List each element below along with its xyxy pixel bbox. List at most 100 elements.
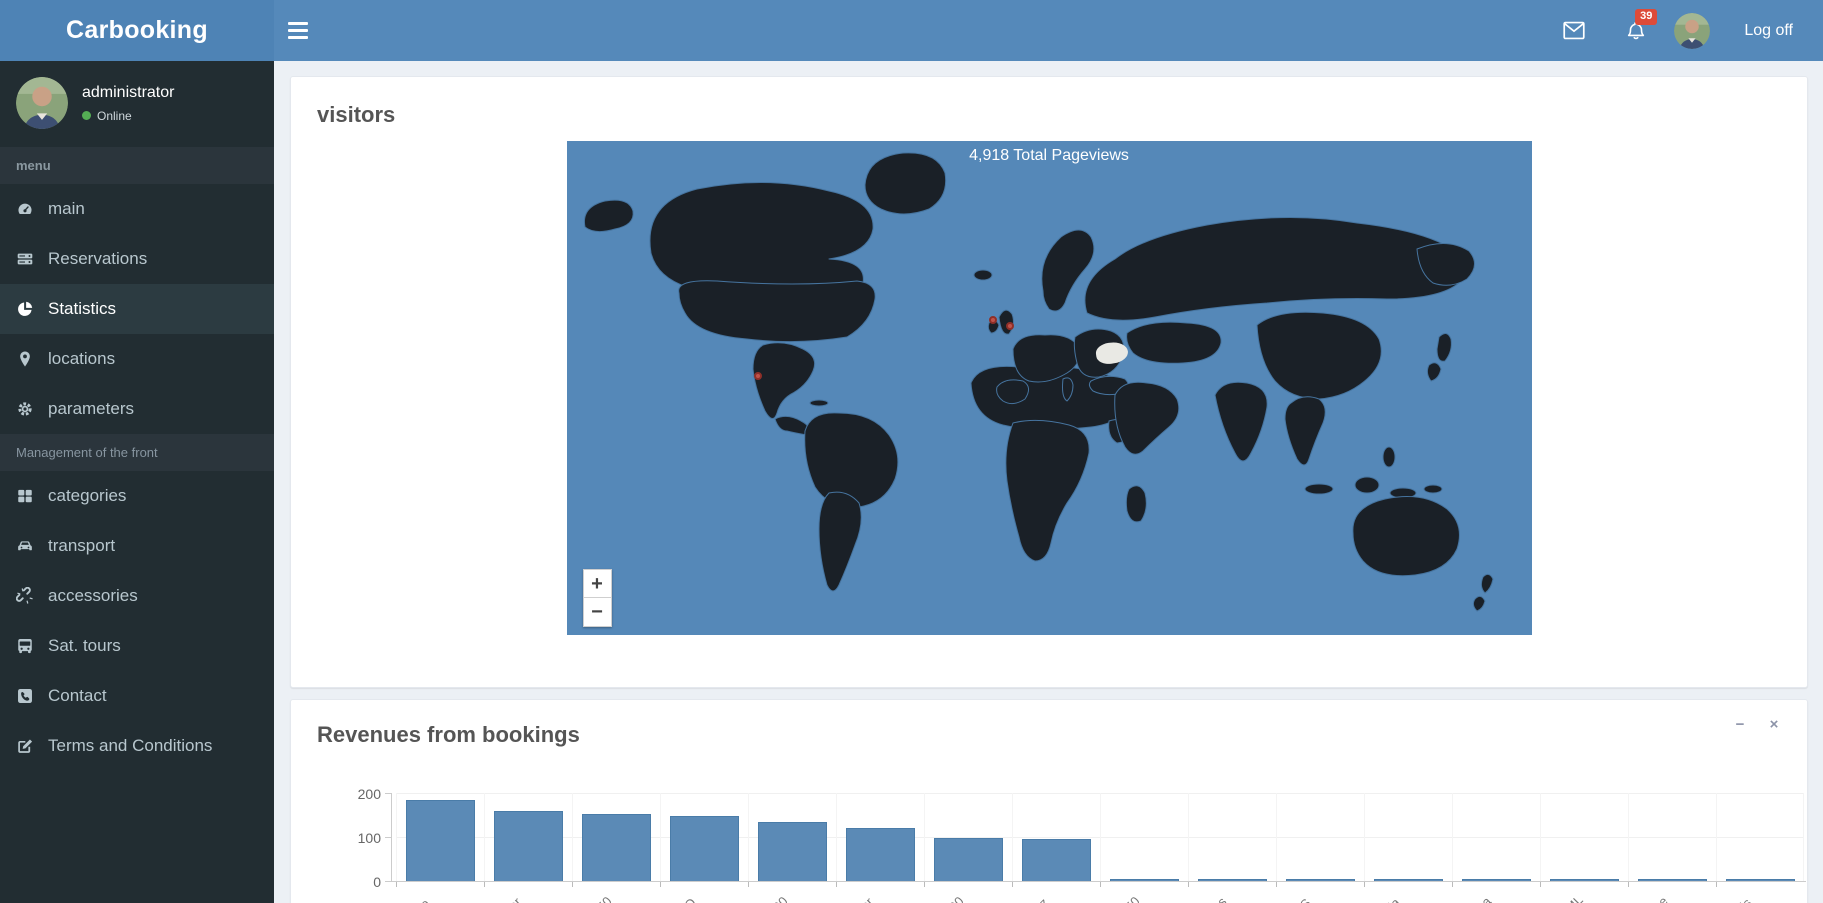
car-icon bbox=[16, 537, 34, 555]
revenue-panel: Revenues from bookings − × 200 100 0 …o…… bbox=[290, 699, 1808, 903]
bar[interactable] bbox=[582, 814, 651, 881]
sidebar-item-categories[interactable]: categories bbox=[0, 471, 274, 521]
grid-icon bbox=[16, 487, 34, 505]
bar[interactable] bbox=[1110, 879, 1179, 881]
sidebar-toggle-button[interactable] bbox=[288, 0, 334, 61]
map-marker-ireland[interactable] bbox=[989, 316, 997, 324]
bar[interactable] bbox=[494, 811, 563, 881]
sidebar-item-statistics[interactable]: Statistics bbox=[0, 284, 274, 334]
user-status[interactable]: Online bbox=[82, 109, 174, 123]
sidebar-item-contact[interactable]: Contact bbox=[0, 671, 274, 721]
bar-cell bbox=[1452, 793, 1540, 881]
bar-cell bbox=[1628, 793, 1716, 881]
x-axis-line bbox=[391, 881, 1806, 882]
world-map[interactable]: 4,918 Total Pageviews bbox=[567, 141, 1532, 635]
x-tick-label: …tz bbox=[1012, 887, 1100, 903]
top-navbar: 39 Log off bbox=[274, 0, 1823, 61]
bar-cell bbox=[1364, 793, 1452, 881]
bar-cell bbox=[484, 793, 572, 881]
map-zoom-out-button[interactable]: − bbox=[583, 598, 612, 627]
x-tick-label: …50 bbox=[572, 887, 660, 903]
bar-cell bbox=[1540, 793, 1628, 881]
content-area: visitors 4,918 Total Pageviews bbox=[274, 61, 1823, 903]
online-status-icon bbox=[82, 111, 91, 120]
bar[interactable] bbox=[670, 816, 739, 881]
bar-cell bbox=[924, 793, 1012, 881]
chain-broken-icon bbox=[16, 587, 34, 605]
visitors-panel: visitors 4,918 Total Pageviews bbox=[290, 76, 1808, 688]
sidebar-item-parameters[interactable]: parameters bbox=[0, 384, 274, 434]
user-avatar bbox=[16, 77, 68, 129]
x-tick-label: …o bbox=[396, 887, 484, 903]
x-tick-label: …00 bbox=[748, 887, 836, 903]
bar[interactable] bbox=[1022, 839, 1091, 881]
map-marker-uk-south[interactable] bbox=[1006, 322, 1014, 330]
map-zoom-controls: + − bbox=[583, 569, 612, 627]
map-total-pageviews: 4,918 Total Pageviews bbox=[567, 147, 1532, 165]
bar-cell bbox=[660, 793, 748, 881]
menu-section-header: Management of the front bbox=[0, 434, 274, 471]
logoff-button[interactable]: Log off bbox=[1724, 22, 1805, 40]
x-tick-label: …O bbox=[660, 887, 748, 903]
sidebar: Carbooking administrator Online menu bbox=[0, 0, 274, 903]
map-marker-icon bbox=[16, 350, 34, 368]
bar-cell bbox=[396, 793, 484, 881]
envelope-icon bbox=[1563, 21, 1585, 40]
sidebar-menu: menu main Reservations Statistics locati… bbox=[0, 147, 274, 771]
bar-cell bbox=[1276, 793, 1364, 881]
chart-x-labels: …o…er…50…O…00…er…00…tz…50…ss…S…ia…ca…ML…… bbox=[396, 887, 1804, 903]
sidebar-item-terms[interactable]: Terms and Conditions bbox=[0, 721, 274, 771]
world-map-svg bbox=[567, 141, 1532, 635]
app-logo[interactable]: Carbooking bbox=[0, 0, 274, 61]
x-tick-label: …er bbox=[836, 887, 924, 903]
map-zoom-in-button[interactable]: + bbox=[583, 569, 612, 598]
bus-icon bbox=[16, 637, 34, 655]
navbar-avatar[interactable] bbox=[1674, 13, 1710, 49]
y-tick: 200 bbox=[339, 786, 381, 802]
bar[interactable] bbox=[406, 800, 475, 881]
pie-chart-icon bbox=[16, 300, 34, 318]
bar[interactable] bbox=[1726, 879, 1795, 881]
map-marker-california[interactable] bbox=[754, 372, 762, 380]
notification-count-badge: 39 bbox=[1635, 9, 1657, 25]
bar[interactable] bbox=[1374, 879, 1443, 881]
bar-cell bbox=[1188, 793, 1276, 881]
bar[interactable] bbox=[1462, 879, 1531, 881]
chart-plot-area bbox=[396, 793, 1804, 881]
sidebar-item-transport[interactable]: transport bbox=[0, 521, 274, 571]
sidebar-item-main[interactable]: main bbox=[0, 184, 274, 234]
navbar-right: 39 Log off bbox=[1550, 0, 1823, 61]
bar[interactable] bbox=[846, 828, 915, 881]
sidebar-item-locations[interactable]: locations bbox=[0, 334, 274, 384]
y-axis-line bbox=[391, 793, 392, 881]
bar-cell bbox=[572, 793, 660, 881]
bar[interactable] bbox=[1198, 879, 1267, 881]
bar-cell bbox=[1100, 793, 1188, 881]
y-tick: 0 bbox=[339, 874, 381, 890]
x-tick-label: …ss bbox=[1188, 887, 1276, 903]
bar[interactable] bbox=[1638, 879, 1707, 881]
messages-button[interactable] bbox=[1550, 0, 1598, 61]
x-tick-label: …ca bbox=[1452, 887, 1540, 903]
revenue-bar-chart: 200 100 0 …o…er…50…O…00…er…00…tz…50…ss…S… bbox=[291, 700, 1807, 903]
notifications-button[interactable]: 39 bbox=[1612, 0, 1660, 61]
user-panel: administrator Online bbox=[0, 61, 274, 147]
x-tick-label: …S bbox=[1276, 887, 1364, 903]
sidebar-item-sat-tours[interactable]: Sat. tours bbox=[0, 621, 274, 671]
sidebar-item-reservations[interactable]: Reservations bbox=[0, 234, 274, 284]
gear-icon bbox=[16, 400, 34, 418]
x-tick-label: …00 bbox=[924, 887, 1012, 903]
gauge-icon bbox=[16, 200, 34, 218]
phone-square-icon bbox=[16, 687, 34, 705]
bar-cell bbox=[748, 793, 836, 881]
x-tick-label: …is bbox=[1716, 887, 1804, 903]
x-tick-label: …ML bbox=[1540, 887, 1628, 903]
bar[interactable] bbox=[1550, 879, 1619, 881]
bar[interactable] bbox=[1286, 879, 1355, 881]
menu-section-header: menu bbox=[0, 147, 274, 184]
bar[interactable] bbox=[758, 822, 827, 881]
bar[interactable] bbox=[934, 838, 1003, 881]
sidebar-item-accessories[interactable]: accessories bbox=[0, 571, 274, 621]
bar-cell bbox=[1716, 793, 1804, 881]
server-icon bbox=[16, 250, 34, 268]
